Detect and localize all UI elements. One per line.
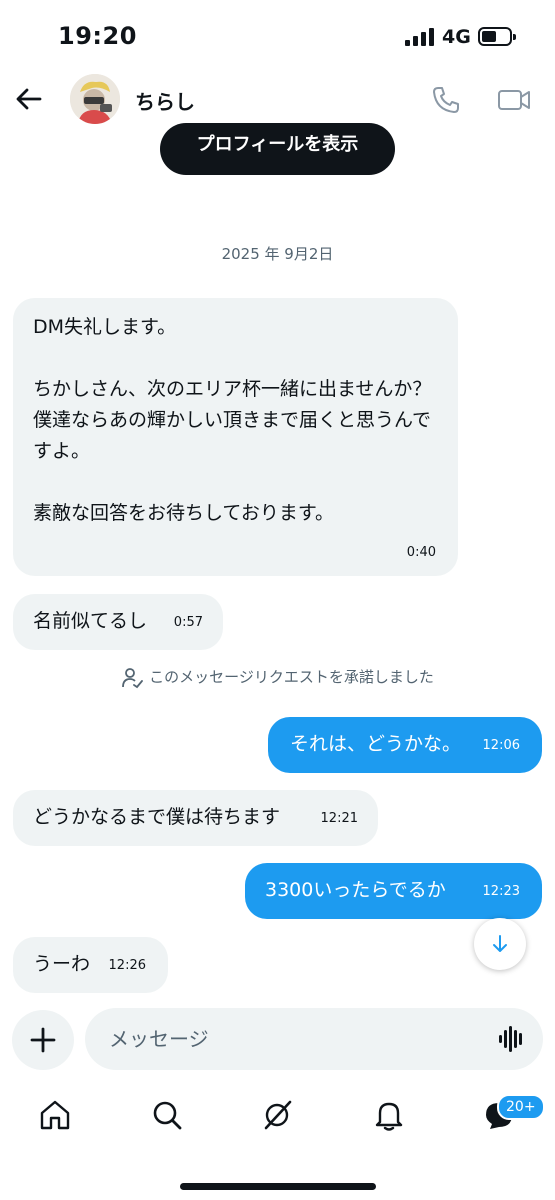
- message-bubble-outgoing[interactable]: それは、どうかな。 12:06: [268, 717, 542, 773]
- message-input[interactable]: [85, 1008, 543, 1070]
- view-profile-button[interactable]: プロフィールを表示: [160, 123, 395, 175]
- home-indicator: [180, 1183, 376, 1190]
- network-label: 4G: [442, 26, 471, 48]
- message-text: それは、どうかな。: [290, 733, 462, 755]
- message-text: 名前似てるし: [33, 610, 148, 632]
- signal-icon: [405, 28, 434, 46]
- scroll-to-bottom-button[interactable]: [474, 918, 526, 970]
- voice-message-icon[interactable]: [498, 1024, 526, 1054]
- message-bubble-incoming[interactable]: 名前似てるし 0:57: [13, 594, 223, 650]
- date-separator: 2025 年 9月2日: [221, 245, 334, 263]
- video-camera-icon[interactable]: [497, 84, 531, 116]
- message-time: 0:57: [173, 615, 203, 630]
- message-bubble-outgoing[interactable]: 3300いったらでるか 12:23: [245, 863, 542, 919]
- message-time: 12:26: [108, 958, 146, 973]
- message-text: うーわ: [33, 953, 91, 975]
- request-accepted-note: このメッセージリクエストを承諾しました: [0, 666, 555, 689]
- message-text: 3300いったらでるか: [265, 879, 446, 901]
- search-icon[interactable]: [150, 1098, 184, 1132]
- phone-icon[interactable]: [430, 84, 462, 116]
- message-text: どうかなるまで僕は待ちます: [33, 806, 281, 828]
- message-bubble-incoming[interactable]: うーわ 12:26: [13, 937, 168, 993]
- notifications-icon[interactable]: [372, 1098, 406, 1132]
- message-text: DM失礼します。 ちかしさん、次のエリア杯一緒に出ませんか？ 僕達ならあの輝かし…: [33, 316, 432, 524]
- arrow-down-icon: [493, 935, 507, 952]
- grok-icon[interactable]: [260, 1098, 294, 1132]
- message-time: 12:23: [482, 884, 520, 899]
- messages-badge: 20+: [497, 1094, 545, 1120]
- add-attachment-button[interactable]: [12, 1010, 74, 1070]
- contact-name[interactable]: ちらし: [135, 86, 195, 115]
- message-bubble-incoming[interactable]: DM失礼します。 ちかしさん、次のエリア杯一緒に出ませんか？ 僕達ならあの輝かし…: [13, 298, 458, 576]
- message-time: 12:21: [320, 811, 358, 826]
- status-bar: 19:20 4G: [0, 0, 555, 70]
- avatar[interactable]: [70, 74, 120, 124]
- status-time: 19:20: [58, 22, 137, 50]
- message-time: 0:40: [406, 545, 436, 560]
- user-check-icon: [122, 667, 144, 688]
- plus-icon: [30, 1027, 56, 1053]
- conversation-header: ちらし: [0, 70, 555, 130]
- message-time: 12:06: [482, 738, 520, 753]
- back-arrow-icon[interactable]: [14, 84, 44, 114]
- message-bubble-incoming[interactable]: どうかなるまで僕は待ちます 12:21: [13, 790, 378, 846]
- request-note-text: このメッセージリクエストを承諾しました: [149, 668, 434, 686]
- battery-icon: [478, 27, 516, 46]
- home-icon[interactable]: [38, 1098, 72, 1132]
